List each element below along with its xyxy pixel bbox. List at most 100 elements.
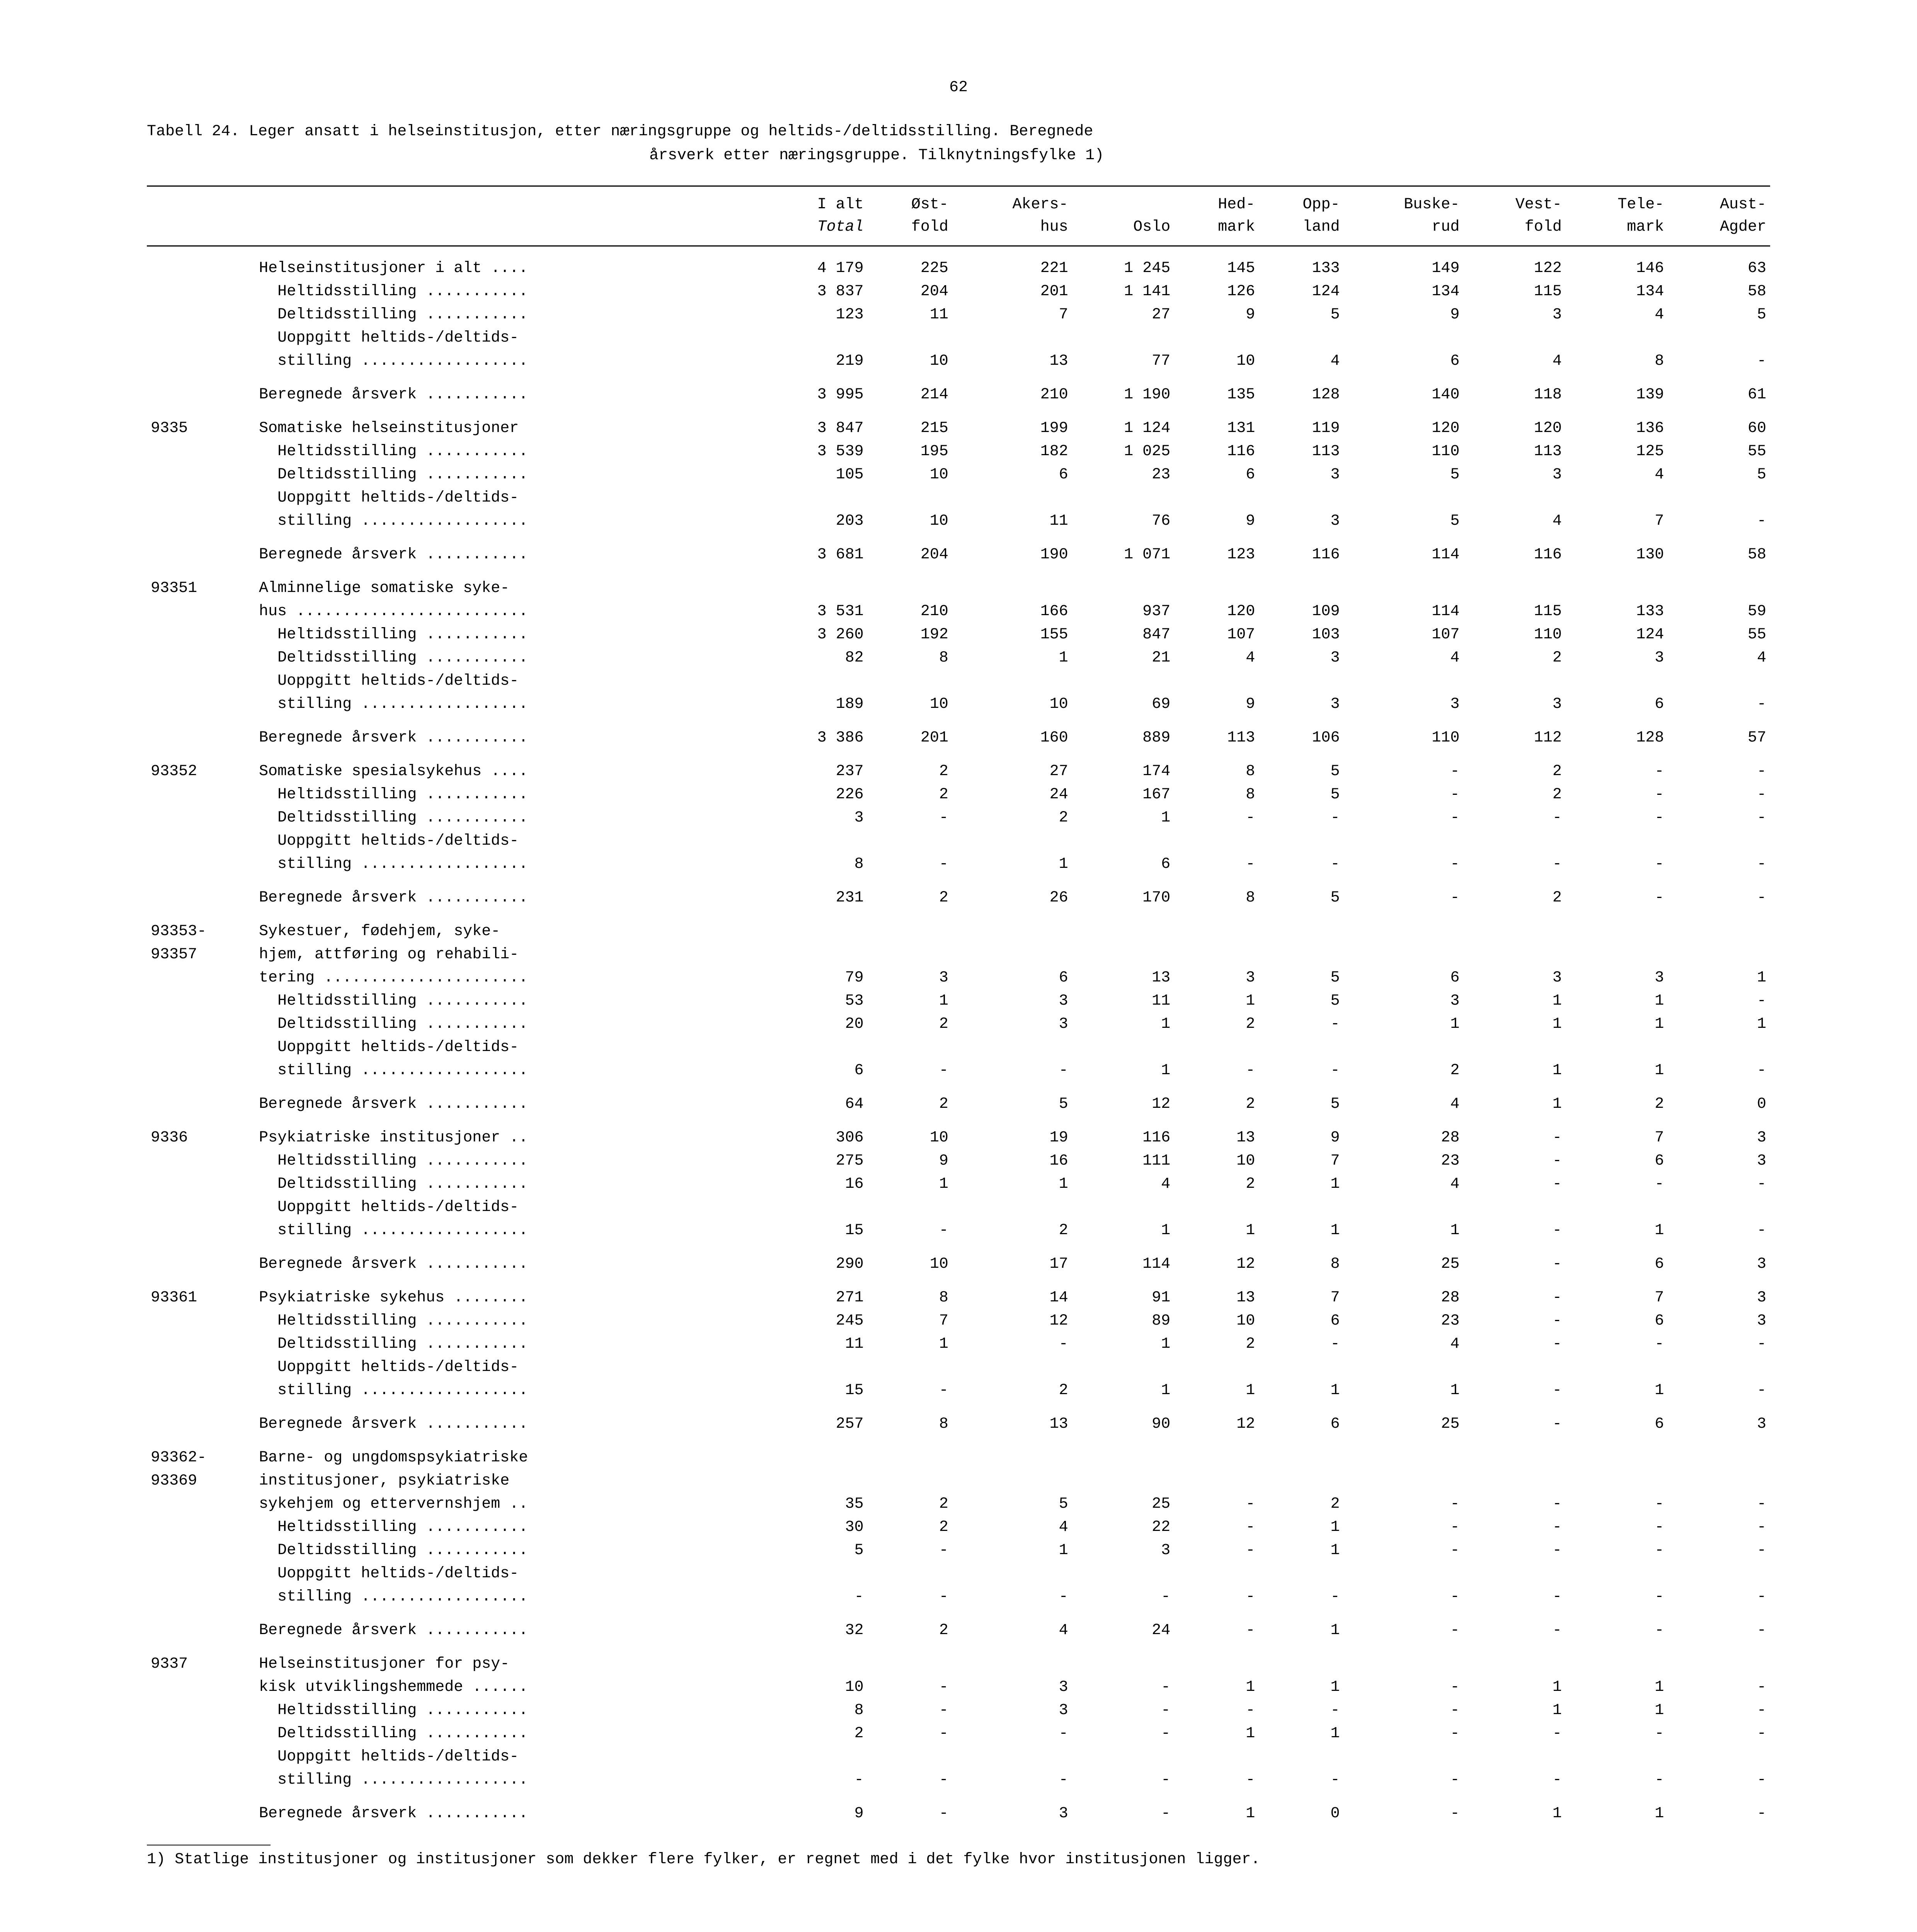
cell	[1174, 327, 1259, 350]
table-row: stilling ..................2191013771046…	[147, 350, 1770, 373]
row-code	[147, 1562, 255, 1585]
row-code: 93353-	[147, 910, 255, 943]
cell: 6	[1566, 1310, 1668, 1333]
cell: -	[1463, 1242, 1566, 1276]
cell: 1	[1343, 1013, 1463, 1036]
cell: 107	[1343, 623, 1463, 646]
cell: 9	[1343, 303, 1463, 327]
cell: 2	[952, 1219, 1072, 1242]
cell: 77	[1072, 350, 1175, 373]
cell	[765, 486, 868, 510]
cell: 24	[1072, 1609, 1175, 1642]
row-label: Barne- og ungdomspsykiatriske	[255, 1436, 765, 1469]
cell: -	[1259, 1699, 1343, 1722]
column-header: hus	[952, 216, 1072, 246]
cell: -	[1668, 693, 1770, 716]
cell: 126	[1174, 280, 1259, 303]
cell: 3 531	[765, 600, 868, 623]
table-row: 93351Alminnelige somatiske syke-	[147, 566, 1770, 600]
cell	[1343, 943, 1463, 966]
cell	[1343, 1745, 1463, 1769]
cell: -	[1668, 1609, 1770, 1642]
cell: 113	[1174, 716, 1259, 750]
cell: 140	[1343, 373, 1463, 406]
cell	[1463, 1196, 1566, 1219]
cell: 16	[952, 1150, 1072, 1173]
cell	[1259, 1036, 1343, 1059]
cell: 14	[952, 1276, 1072, 1310]
cell: 1	[868, 1333, 952, 1356]
row-label: Beregnede årsverk ...........	[255, 876, 765, 910]
cell	[1668, 830, 1770, 853]
cell: 35	[765, 1493, 868, 1516]
row-label: Psykiatriske sykehus ........	[255, 1276, 765, 1310]
cell: 116	[1072, 1116, 1175, 1150]
cell: -	[1259, 1585, 1343, 1609]
cell: -	[868, 806, 952, 830]
cell: -	[952, 1769, 1072, 1792]
cell: 215	[868, 406, 952, 440]
cell	[868, 1642, 952, 1676]
cell: 59	[1668, 600, 1770, 623]
cell: -	[1463, 1276, 1566, 1310]
cell: 7	[1259, 1276, 1343, 1310]
cell: 3	[1566, 966, 1668, 990]
cell: -	[1072, 1676, 1175, 1699]
row-code	[147, 1609, 255, 1642]
cell: -	[1343, 1722, 1463, 1745]
cell	[1566, 1436, 1668, 1469]
cell: 79	[765, 966, 868, 990]
cell: 201	[868, 716, 952, 750]
cell: 1 025	[1072, 440, 1175, 463]
row-label: stilling ..................	[255, 1585, 765, 1609]
cell: 110	[1343, 716, 1463, 750]
row-label: Heltidsstilling ...........	[255, 440, 765, 463]
cell: 134	[1566, 280, 1668, 303]
row-label: Heltidsstilling ...........	[255, 1150, 765, 1173]
column-header	[1072, 186, 1175, 216]
cell: 1	[1463, 1059, 1566, 1082]
cell	[1566, 1356, 1668, 1379]
cell	[952, 670, 1072, 693]
cell: 1 190	[1072, 373, 1175, 406]
cell: 3	[1668, 1242, 1770, 1276]
cell: 275	[765, 1150, 868, 1173]
row-code	[147, 440, 255, 463]
cell: 1	[1566, 990, 1668, 1013]
cell: 1	[1259, 1539, 1343, 1562]
cell: 22	[1072, 1516, 1175, 1539]
cell: 1	[1463, 990, 1566, 1013]
cell: 6	[1259, 1310, 1343, 1333]
cell: 3	[1259, 693, 1343, 716]
cell: 2	[1343, 1059, 1463, 1082]
cell: 9	[868, 1150, 952, 1173]
row-label: Psykiatriske institusjoner ..	[255, 1116, 765, 1150]
table-row: Heltidsstilling ...........22622416785-2…	[147, 783, 1770, 806]
cell: 113	[1463, 440, 1566, 463]
cell: 3	[952, 1013, 1072, 1036]
cell: 245	[765, 1310, 868, 1333]
row-code	[147, 990, 255, 1013]
cell: -	[1343, 1769, 1463, 1792]
cell	[765, 1196, 868, 1219]
cell: 103	[1259, 623, 1343, 646]
cell: -	[1463, 1333, 1566, 1356]
row-label: Sykestuer, fødehjem, syke-	[255, 910, 765, 943]
cell: 6	[1566, 1242, 1668, 1276]
cell: -	[1174, 806, 1259, 830]
cell	[1668, 1642, 1770, 1676]
cell: 8	[1566, 350, 1668, 373]
cell	[1566, 1469, 1668, 1493]
cell: -	[1072, 1722, 1175, 1745]
cell	[1072, 1745, 1175, 1769]
cell: 160	[952, 716, 1072, 750]
cell: 2	[868, 1516, 952, 1539]
cell	[765, 1469, 868, 1493]
cell: 4	[1463, 350, 1566, 373]
cell: 124	[1566, 623, 1668, 646]
cell: 1 124	[1072, 406, 1175, 440]
cell	[765, 943, 868, 966]
cell: 6	[952, 463, 1072, 486]
cell: 6	[1566, 1402, 1668, 1436]
row-code	[147, 806, 255, 830]
